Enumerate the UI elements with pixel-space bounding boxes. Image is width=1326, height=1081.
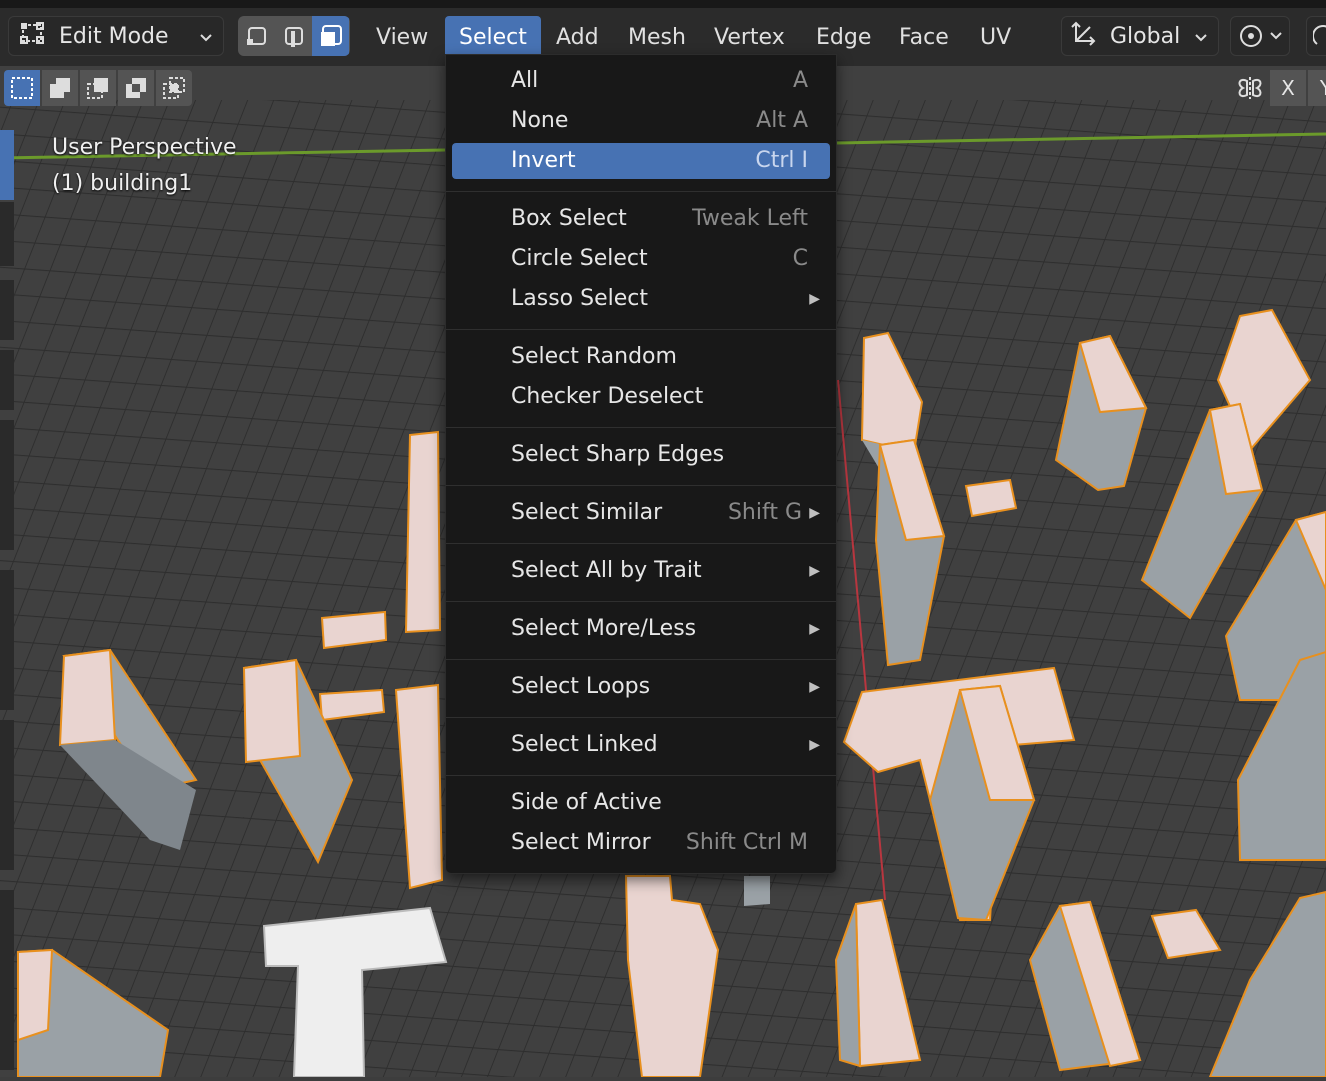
submenu-arrow-icon: ▶ [809, 679, 820, 695]
menu-item-select-linked[interactable]: Select Linked ▶ [452, 727, 830, 763]
menu-separator [446, 427, 836, 428]
submenu-arrow-icon: ▶ [809, 737, 820, 753]
menu-item-select-similar[interactable]: Select Similar Shift G ▶ [452, 495, 830, 531]
edge-select-button[interactable] [275, 16, 312, 56]
orientation-label: Global [1110, 23, 1181, 49]
select-intersect-button[interactable] [156, 70, 192, 106]
mirror-axis-toolbar: X Y [1232, 70, 1326, 106]
select-extend-button[interactable] [42, 70, 78, 106]
shortcut-text: C [792, 246, 808, 271]
shortcut-text: Tweak Left [692, 206, 808, 231]
menu-face[interactable]: Face [885, 16, 963, 60]
perspective-label: User Perspective [52, 135, 237, 160]
select-intersect-icon [163, 77, 185, 99]
shortcut-text: A [792, 68, 808, 93]
mode-dropdown[interactable]: Edit Mode [8, 16, 224, 56]
submenu-arrow-icon: ▶ [809, 505, 820, 521]
shortcut-text: Alt A [756, 108, 808, 133]
menu-view[interactable]: View [362, 16, 442, 60]
shortcut-text: Ctrl I [755, 148, 808, 173]
select-new-icon [11, 77, 33, 99]
submenu-arrow-icon: ▶ [809, 621, 820, 637]
face-select-button[interactable] [312, 16, 349, 56]
menu-separator [446, 329, 836, 330]
transform-orientation-dropdown[interactable]: Global [1061, 16, 1219, 56]
chevron-down-icon [197, 27, 215, 52]
menu-item-select-more-less[interactable]: Select More/Less ▶ [452, 611, 830, 647]
menu-separator [446, 601, 836, 602]
submenu-arrow-icon: ▶ [809, 563, 820, 579]
select-menu-dropdown: All A None Alt A Invert Ctrl I Box Selec… [445, 54, 837, 874]
viewport-info: User Perspective (1) building1 [52, 130, 237, 202]
menu-item-side-of-active[interactable]: Side of Active [452, 785, 830, 821]
menu-item-all[interactable]: All A [452, 63, 830, 99]
mirror-icon-button[interactable] [1232, 70, 1268, 106]
menu-item-box-select[interactable]: Box Select Tweak Left [452, 201, 830, 237]
menu-uv[interactable]: UV [966, 16, 1025, 60]
select-extend-icon [50, 78, 70, 98]
shortcut-text: Shift G [727, 500, 802, 525]
chevron-down-icon [1192, 27, 1210, 52]
menu-separator [446, 717, 836, 718]
mode-label: Edit Mode [59, 23, 169, 49]
selection-mode-toolbar [4, 70, 194, 106]
menu-item-select-all-by-trait[interactable]: Select All by Trait ▶ [452, 553, 830, 589]
menu-item-lasso-select[interactable]: Lasso Select ▶ [452, 281, 830, 317]
butterfly-mirror-icon [1238, 77, 1262, 99]
menu-item-select-loops[interactable]: Select Loops ▶ [452, 669, 830, 705]
submenu-arrow-icon: ▶ [809, 291, 820, 307]
orientation-axes-icon [1070, 19, 1098, 53]
snap-toggle[interactable] [1306, 16, 1326, 56]
snap-icon [1313, 25, 1326, 45]
select-difference-icon [126, 78, 146, 98]
vertex-select-icon [246, 27, 266, 45]
menu-item-invert[interactable]: Invert Ctrl I [452, 143, 830, 179]
menu-item-checker-deselect[interactable]: Checker Deselect [452, 379, 830, 415]
menu-item-none[interactable]: None Alt A [452, 103, 830, 139]
pivot-icon [1240, 25, 1282, 47]
select-subtract-button[interactable] [80, 70, 116, 106]
face-select-icon [320, 25, 342, 46]
menu-separator [446, 775, 836, 776]
menu-item-select-random[interactable]: Select Random [452, 339, 830, 375]
menu-separator [446, 543, 836, 544]
menu-item-select-sharp-edges[interactable]: Select Sharp Edges [452, 437, 830, 473]
active-object-label: (1) building1 [52, 171, 193, 196]
menu-separator [446, 485, 836, 486]
mesh-select-mode-group [238, 16, 350, 56]
pivot-point-dropdown[interactable] [1230, 16, 1290, 56]
vertex-select-button[interactable] [238, 16, 275, 56]
left-toolbar-strip [0, 130, 16, 1077]
select-subtract-icon [87, 78, 108, 99]
menu-item-circle-select[interactable]: Circle Select C [452, 241, 830, 277]
mirror-y-toggle[interactable]: Y [1308, 70, 1326, 106]
menu-separator [446, 191, 836, 192]
shortcut-text: Shift Ctrl M [685, 830, 808, 855]
menu-separator [446, 659, 836, 660]
edge-select-icon [284, 27, 303, 47]
mirror-x-toggle[interactable]: X [1270, 70, 1306, 106]
menu-item-select-mirror[interactable]: Select Mirror Shift Ctrl M [452, 825, 830, 861]
select-invert-button[interactable] [118, 70, 154, 106]
select-new-button[interactable] [4, 70, 40, 106]
edit-mode-icon [19, 19, 47, 53]
